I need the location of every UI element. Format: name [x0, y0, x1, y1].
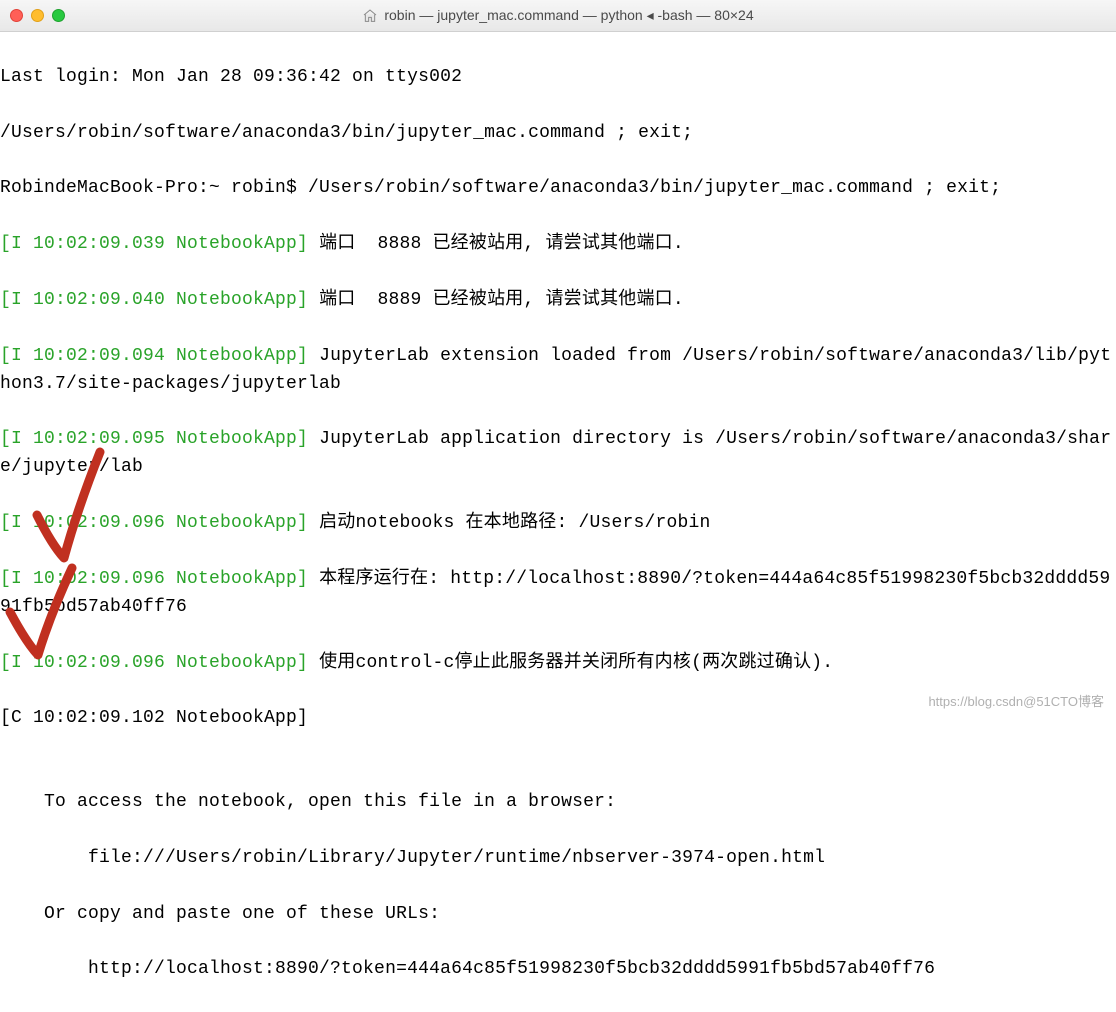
- terminal-line: [I 10:02:09.095 NotebookApp] JupyterLab …: [0, 426, 1116, 482]
- window-title-text: robin — jupyter_mac.command — python ◂ -…: [384, 7, 753, 24]
- terminal-line: [I 10:02:09.096 NotebookApp] 本程序运行在: htt…: [0, 566, 1116, 622]
- terminal-line: file:///Users/robin/Library/Jupyter/runt…: [0, 845, 1116, 873]
- log-tag: [I 10:02:09.096 NotebookApp]: [0, 569, 308, 589]
- terminal-line: [I 10:02:09.040 NotebookApp] 端口 8889 已经被…: [0, 287, 1116, 315]
- terminal-line: Or copy and paste one of these URLs:: [0, 901, 1116, 929]
- log-message: 端口 8888 已经被站用, 请尝试其他端口.: [308, 234, 684, 254]
- zoom-window-button[interactable]: [52, 9, 65, 22]
- terminal-line: http://localhost:8890/?token=444a64c85f5…: [0, 956, 1116, 984]
- log-tag: [I 10:02:09.096 NotebookApp]: [0, 653, 308, 673]
- window-titlebar: robin — jupyter_mac.command — python ◂ -…: [0, 0, 1116, 32]
- terminal-line: [I 10:02:09.094 NotebookApp] JupyterLab …: [0, 343, 1116, 399]
- log-tag: [I 10:02:09.039 NotebookApp]: [0, 234, 308, 254]
- terminal-line: [I 10:02:09.039 NotebookApp] 端口 8888 已经被…: [0, 231, 1116, 259]
- terminal-line: /Users/robin/software/anaconda3/bin/jupy…: [0, 120, 1116, 148]
- terminal-line: Last login: Mon Jan 28 09:36:42 on ttys0…: [0, 64, 1116, 92]
- watermark: https://blog.csdn@51CTO博客: [928, 691, 1104, 710]
- close-window-button[interactable]: [10, 9, 23, 22]
- terminal-line: To access the notebook, open this file i…: [0, 789, 1116, 817]
- log-tag: [I 10:02:09.094 NotebookApp]: [0, 346, 308, 366]
- terminal-line: [I 10:02:09.096 NotebookApp] 启动notebooks…: [0, 510, 1116, 538]
- window-title: robin — jupyter_mac.command — python ◂ -…: [0, 7, 1116, 24]
- log-tag: [I 10:02:09.095 NotebookApp]: [0, 429, 308, 449]
- log-tag: [I 10:02:09.096 NotebookApp]: [0, 513, 308, 533]
- terminal-line: [I 10:02:09.096 NotebookApp] 使用control-c…: [0, 650, 1116, 678]
- terminal-output[interactable]: Last login: Mon Jan 28 09:36:42 on ttys0…: [0, 32, 1116, 1012]
- log-message: 启动notebooks 在本地路径: /Users/robin: [308, 513, 710, 533]
- home-icon: [362, 8, 378, 24]
- terminal-line: RobindeMacBook-Pro:~ robin$ /Users/robin…: [0, 175, 1116, 203]
- log-message: 端口 8889 已经被站用, 请尝试其他端口.: [308, 290, 684, 310]
- minimize-window-button[interactable]: [31, 9, 44, 22]
- log-tag: [I 10:02:09.040 NotebookApp]: [0, 290, 308, 310]
- traffic-lights: [10, 9, 65, 22]
- log-message: 使用control-c停止此服务器并关闭所有内核(两次跳过确认).: [308, 653, 833, 673]
